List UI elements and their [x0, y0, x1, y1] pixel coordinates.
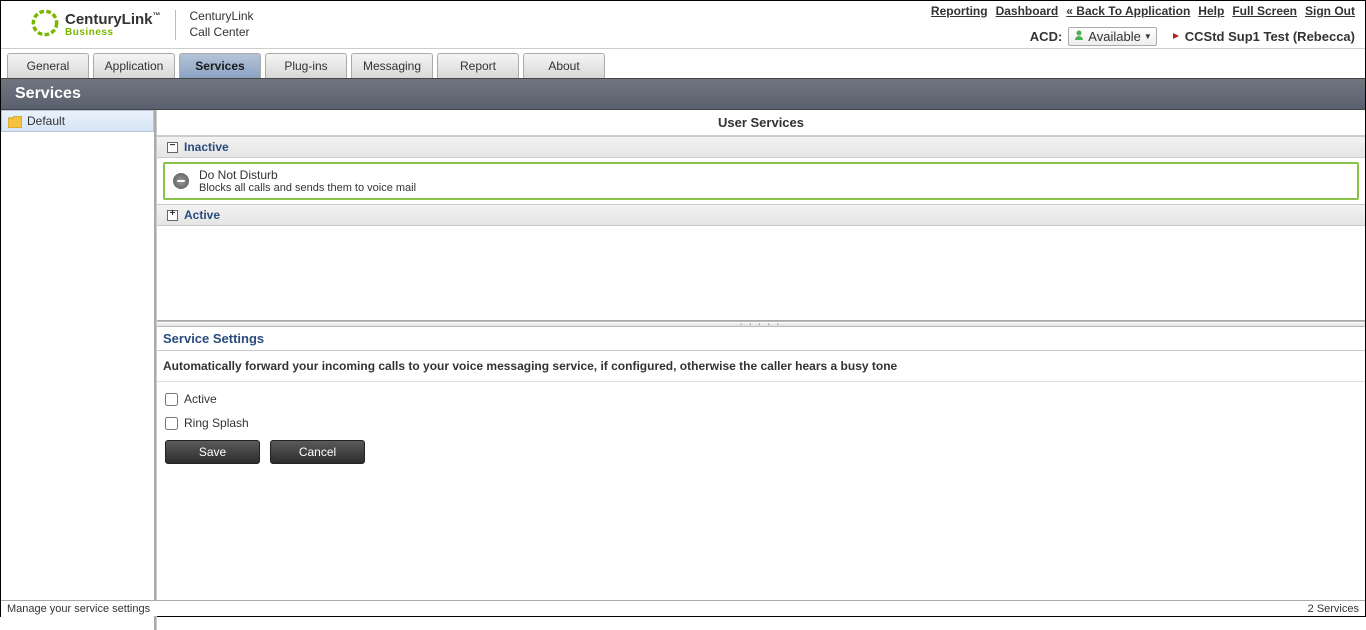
top-nav-links: Reporting Dashboard « Back To Applicatio… [931, 4, 1355, 18]
checkbox-ring-splash-label: Ring Splash [184, 416, 249, 430]
tab-report[interactable]: Report [437, 53, 519, 78]
collapse-icon: − [167, 142, 178, 153]
services-list: − Inactive Do Not Disturb Blocks all cal… [157, 136, 1365, 321]
logo-icon [31, 9, 59, 40]
group-active-label: Active [184, 208, 220, 222]
brand-name: CenturyLink™ [65, 12, 161, 27]
app-header: CenturyLink™ Business CenturyLink Call C… [1, 1, 1365, 49]
tab-services[interactable]: Services [179, 53, 261, 78]
tab-plug-ins[interactable]: Plug-ins [265, 53, 347, 78]
content-area: User Services − Inactive Do Not Disturb … [156, 110, 1365, 630]
acd-status-row: ACD: Available ▼ CCStd Sup1 Test (Rebecc… [1030, 27, 1355, 46]
checkbox-active-label: Active [184, 392, 217, 406]
service-name: Do Not Disturb [199, 168, 416, 182]
status-right: 2 Services [1308, 603, 1359, 615]
link-help[interactable]: Help [1198, 4, 1224, 18]
sidebar: Default [1, 110, 156, 630]
current-user-name: CCStd Sup1 Test (Rebecca) [1185, 29, 1355, 44]
group-inactive-label: Inactive [184, 140, 229, 154]
sidebar-item-default[interactable]: Default [1, 110, 154, 132]
brand-logo: CenturyLink™ Business [31, 9, 161, 40]
expand-icon: + [167, 210, 178, 221]
link-sign-out[interactable]: Sign Out [1305, 4, 1355, 18]
presence-icon [1073, 29, 1085, 44]
main-area: Default User Services − Inactive Do Not … [1, 110, 1365, 630]
group-inactive-header[interactable]: − Inactive [157, 136, 1365, 158]
checkbox-ring-splash[interactable] [165, 417, 178, 430]
tab-about[interactable]: About [523, 53, 605, 78]
checkbox-active[interactable] [165, 393, 178, 406]
status-left: Manage your service settings [7, 603, 150, 615]
service-settings-desc: Automatically forward your incoming call… [157, 351, 1365, 382]
app-name: CenturyLink Call Center [190, 9, 254, 40]
service-settings-body: Active Ring Splash Save Cancel [157, 382, 1365, 474]
brand-sub: Business [65, 28, 161, 38]
sidebar-item-label: Default [27, 114, 65, 128]
link-dashboard[interactable]: Dashboard [996, 4, 1059, 18]
acd-label: ACD: [1030, 29, 1063, 44]
tab-messaging[interactable]: Messaging [351, 53, 433, 78]
acd-status-text: Available [1088, 29, 1141, 44]
do-not-disturb-icon [173, 173, 189, 189]
save-button[interactable]: Save [165, 440, 260, 464]
chevron-down-icon: ▼ [1144, 32, 1152, 41]
tab-application[interactable]: Application [93, 53, 175, 78]
service-do-not-disturb[interactable]: Do Not Disturb Blocks all calls and send… [163, 162, 1359, 200]
user-services-title: User Services [157, 110, 1365, 136]
acd-status-dropdown[interactable]: Available ▼ [1068, 27, 1156, 46]
section-title: Services [1, 78, 1365, 110]
link-reporting[interactable]: Reporting [931, 4, 988, 18]
divider [175, 10, 176, 40]
status-bar: Manage your service settings 2 Services [1, 600, 1365, 616]
link-full-screen[interactable]: Full Screen [1232, 4, 1297, 18]
main-tabs: General Application Services Plug-ins Me… [1, 49, 1365, 78]
link-back-to-application[interactable]: « Back To Application [1066, 4, 1190, 18]
service-desc: Blocks all calls and sends them to voice… [199, 182, 416, 194]
service-settings-title: Service Settings [157, 327, 1365, 351]
arrow-right-icon [1163, 29, 1179, 44]
cancel-button[interactable]: Cancel [270, 440, 365, 464]
folder-icon [8, 114, 22, 128]
tab-general[interactable]: General [7, 53, 89, 78]
group-active-header[interactable]: + Active [157, 204, 1365, 226]
